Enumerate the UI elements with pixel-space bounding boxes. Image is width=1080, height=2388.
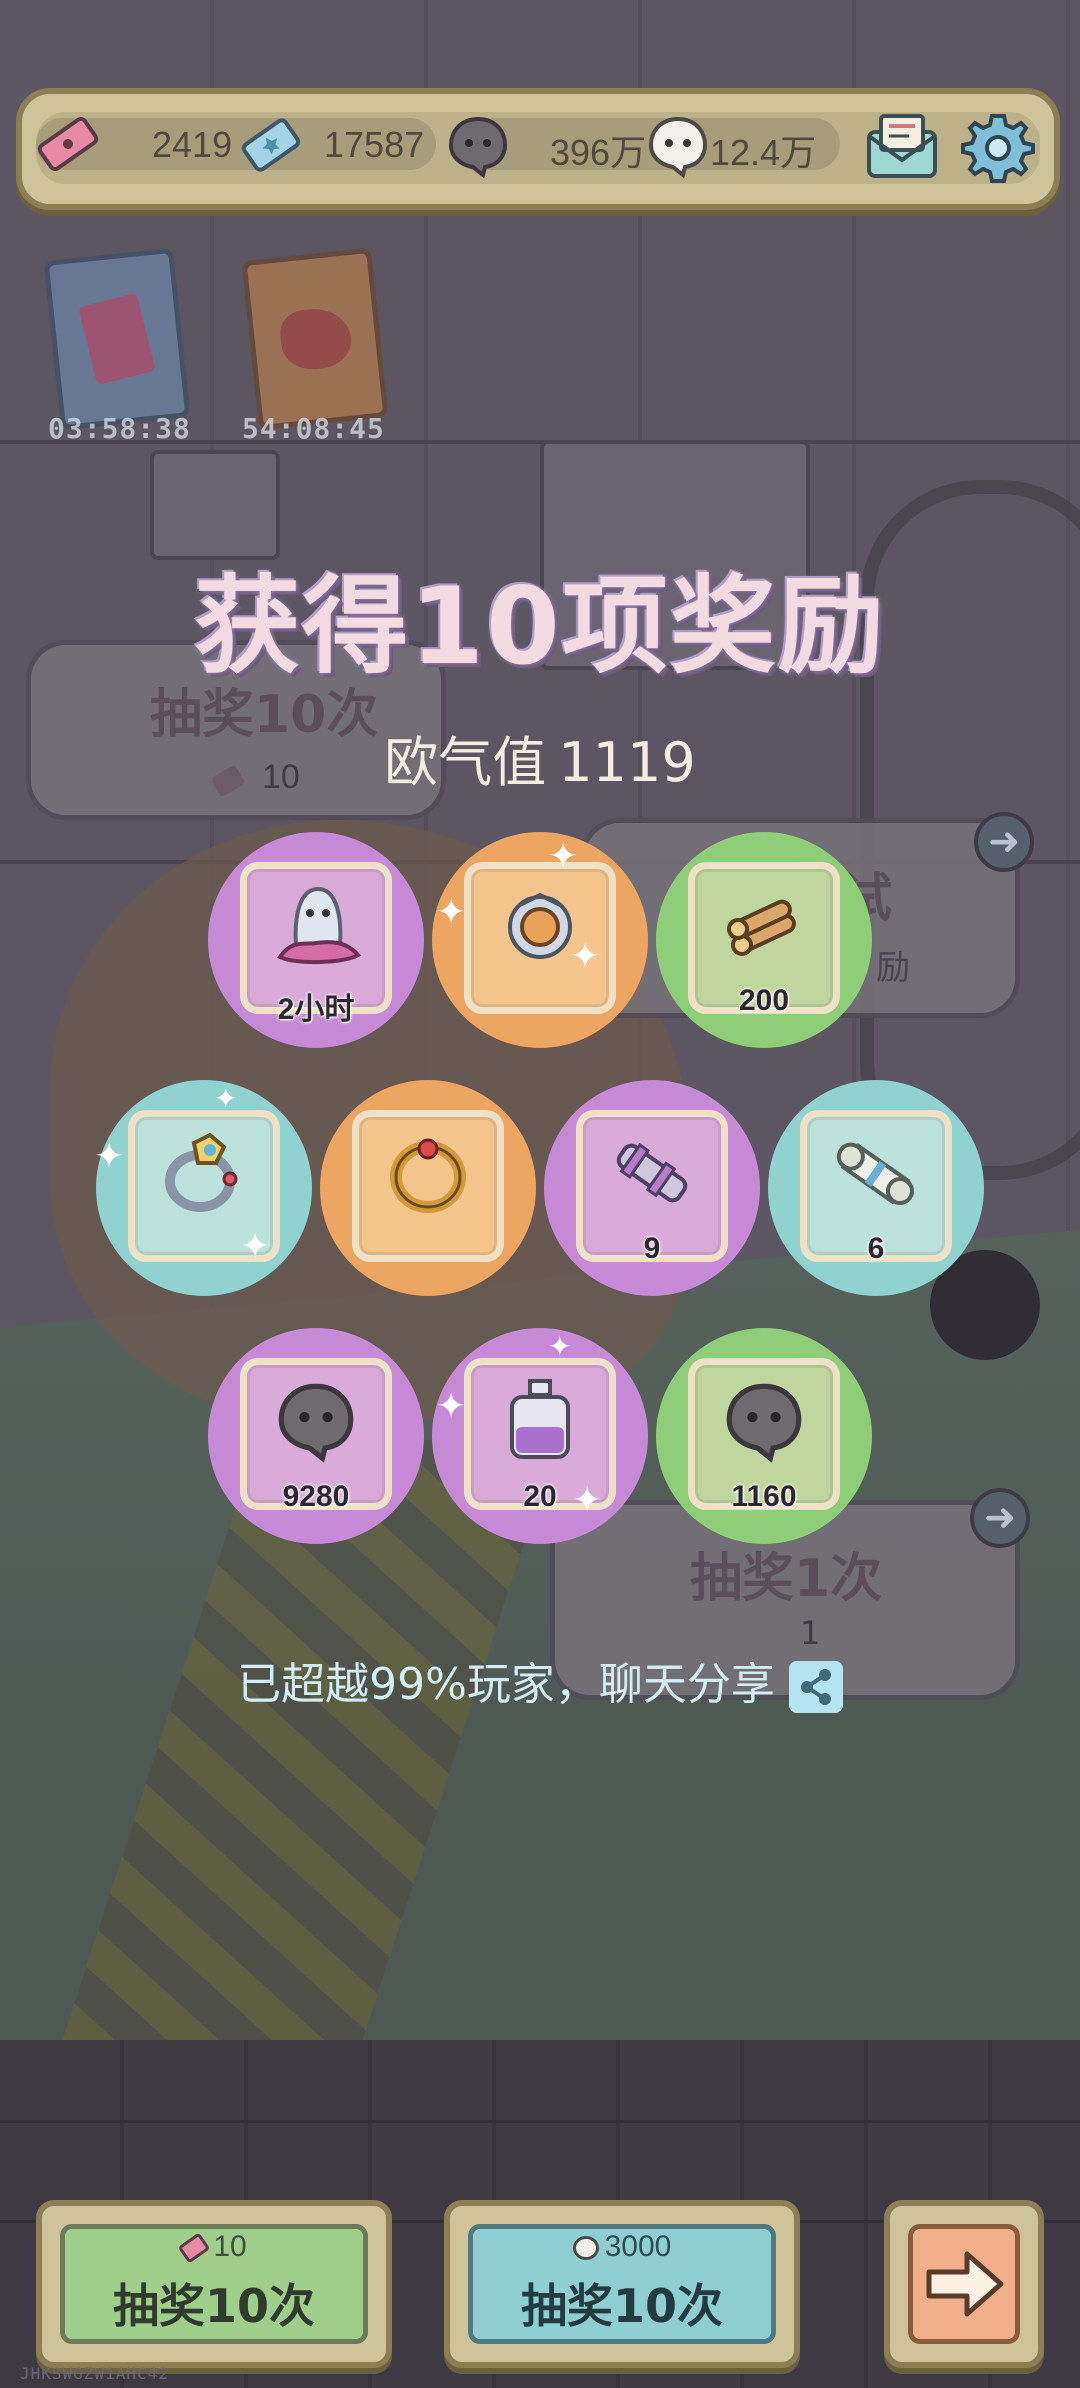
ghost-coin-count: 396万 — [550, 132, 647, 173]
logs-icon — [698, 870, 830, 980]
luck-label: 欧气值 — [384, 731, 547, 794]
watermark: JHKSWGZW1AHC42 — [20, 2364, 169, 2383]
floor-line — [0, 2120, 1080, 2123]
next-button[interactable] — [884, 2200, 1044, 2368]
reward-qty: 9 — [643, 1232, 661, 1265]
gold-ring-icon — [362, 1118, 494, 1228]
reward-qty: 20 — [523, 1480, 557, 1513]
ticket-card-icon — [43, 247, 191, 431]
share-icon[interactable] — [788, 1661, 843, 1713]
reward-item[interactable]: 2小时 — [208, 832, 424, 1048]
draw10-ticket-cost: 10 — [213, 2230, 247, 2263]
reward-item[interactable] — [432, 832, 648, 1048]
gear-icon[interactable] — [958, 108, 1038, 188]
reward-qty: 1160 — [731, 1480, 797, 1513]
share-row[interactable]: 已超越99%玩家，聊天分享 — [0, 1648, 1080, 1713]
sparkle-icon: ✦ — [94, 1136, 125, 1177]
share-text: 已超越99%玩家，聊天分享 — [237, 1659, 775, 1710]
ghost-coin-icon[interactable] — [440, 110, 516, 182]
speech-bubble-icon — [698, 1366, 830, 1476]
potion-icon — [474, 1366, 606, 1476]
draw10-coin-cost: 3000 — [604, 2230, 672, 2263]
speech-coin-icon — [572, 2236, 599, 2261]
bg-draw1-cost: 1 — [800, 1614, 821, 1652]
reward-item[interactable]: 9280 — [208, 1328, 424, 1544]
bg-arrow-icon: ➜ — [974, 812, 1034, 872]
reward-title: 获得10项奖励 — [194, 565, 886, 688]
draw10-coin-label: 抽奖10次 — [520, 2279, 723, 2333]
sparkle-icon: ✦ — [436, 1386, 467, 1427]
scroll-icon — [810, 1118, 942, 1228]
draw10-ticket-label: 抽奖10次 — [112, 2279, 315, 2333]
bg-mid-sub: 励 — [876, 948, 910, 988]
sparkle-icon: ✦ — [572, 1480, 603, 1521]
reward-item[interactable]: 200 — [656, 832, 872, 1048]
speech-coin-icon[interactable] — [640, 110, 716, 182]
sparkle-icon: ✦ — [214, 1082, 238, 1115]
reward-item[interactable]: 6 — [768, 1080, 984, 1296]
luck-line: 欧气值 1119 — [0, 718, 1080, 797]
reward-item[interactable] — [96, 1080, 312, 1296]
arrow-right-icon — [920, 2242, 1008, 2326]
bg-draw1-label: 抽奖1次 — [690, 1549, 883, 1609]
ticket-icon — [177, 2232, 211, 2264]
mail-icon[interactable] — [862, 108, 942, 184]
reward-qty: 2小时 — [277, 993, 355, 1026]
speech-coin-count: 12.4万 — [710, 132, 817, 173]
sparkle-icon: ✦ — [240, 1226, 271, 1267]
ticket-count: 2419 — [152, 124, 233, 165]
button-cost: 10 — [42, 2230, 386, 2264]
reward-item[interactable]: 20 — [432, 1328, 648, 1544]
chili-card-icon — [241, 247, 389, 431]
luck-value: 1119 — [558, 731, 696, 794]
bg-arrow-icon: ➜ — [970, 1488, 1030, 1548]
button-cost: 3000 — [450, 2230, 794, 2264]
voucher-icon[interactable] — [236, 110, 306, 180]
draw10-coin-button[interactable]: 3000 抽奖10次 — [444, 2200, 800, 2368]
reward-item[interactable] — [320, 1080, 536, 1296]
sparkle-icon: ✦ — [436, 892, 467, 933]
event-timer-1: 03:58:38 — [48, 412, 191, 445]
sparkle-icon: ✦ — [570, 936, 601, 977]
voucher-count: 17587 — [324, 124, 425, 165]
reward-item[interactable]: 9 — [544, 1080, 760, 1296]
gem-ring-icon — [138, 1118, 270, 1228]
reward-qty: 200 — [738, 984, 790, 1017]
reward-qty: 6 — [867, 1232, 885, 1265]
sparkle-icon: ✦ — [548, 1330, 572, 1363]
speech-bubble-icon — [250, 1366, 382, 1476]
reward-item[interactable]: 1160 — [656, 1328, 872, 1544]
draw10-ticket-button[interactable]: 10 抽奖10次 — [36, 2200, 392, 2368]
ticket-icon[interactable] — [30, 112, 106, 176]
event-timer-2: 54:08:45 — [242, 412, 385, 445]
ghost-slime-icon — [250, 870, 382, 980]
cannon-icon — [586, 1118, 718, 1228]
reward-qty: 9280 — [282, 1480, 350, 1513]
sparkle-icon: ✦ — [548, 836, 579, 877]
